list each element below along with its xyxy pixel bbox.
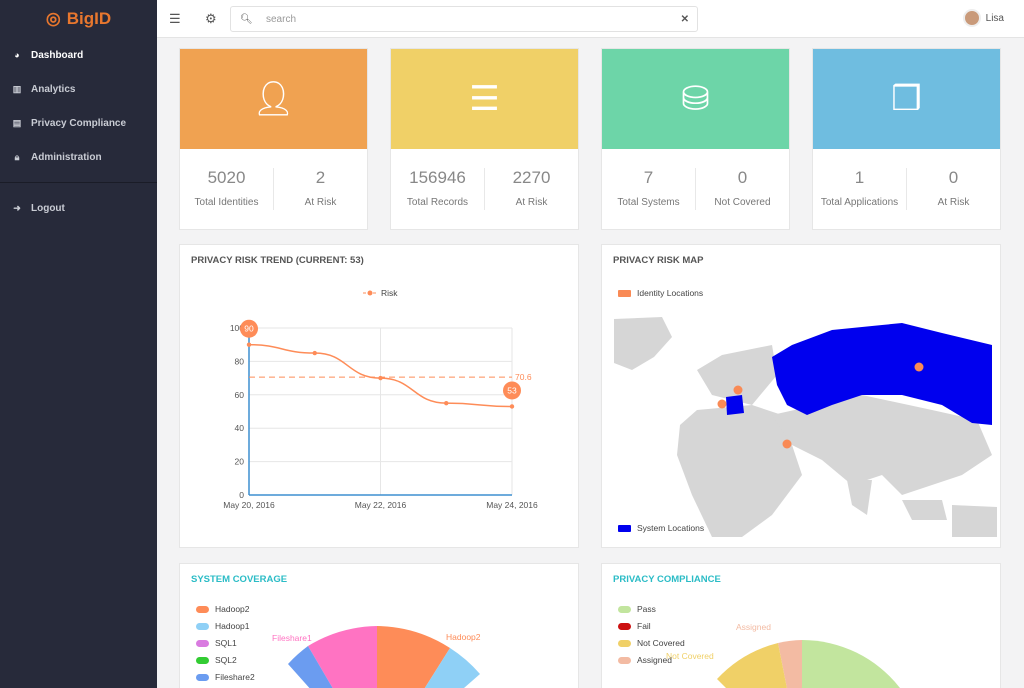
- x-tick-label: May 22, 2016: [355, 500, 407, 510]
- privacy-risk-map-panel: PRIVACY RISK MAP Identity Locations Syst…: [601, 244, 1001, 548]
- marker-label: 53: [507, 385, 517, 395]
- stat-card[interactable]: ❒ 1 Total Applications 0 At Risk: [812, 48, 1001, 230]
- identity-location-marker: [782, 439, 792, 449]
- legend-swatch: [196, 673, 209, 681]
- x-tick-label: May 24, 2016: [486, 500, 538, 510]
- legend-swatch: [618, 656, 631, 664]
- world-map[interactable]: [602, 245, 1000, 547]
- legend-item[interactable]: Fileshare2: [196, 672, 255, 682]
- legend-swatch: [196, 656, 209, 664]
- stat-card[interactable]: 👤︎ 5020 Total Identities 2 At Risk: [179, 48, 368, 230]
- stat: 156946 Total Records: [406, 168, 469, 208]
- divider: [0, 182, 157, 183]
- list-icon: ☰: [469, 80, 500, 118]
- user-icon: 👤︎: [251, 80, 296, 118]
- identity-location-marker: [733, 385, 743, 395]
- data-point: [509, 404, 515, 409]
- legend-swatch: [618, 639, 631, 647]
- clear-search-icon[interactable]: ✕: [681, 14, 689, 25]
- privacy-risk-trend-panel: PRIVACY RISK TREND (CURRENT: 53) 0 20 40 60…: [179, 244, 579, 548]
- system-coverage-panel: SYSTEM COVERAGE Fileshare1 Hadoop2 Hadoo…: [179, 563, 579, 688]
- legend-swatch: [196, 639, 209, 647]
- data-point: [444, 400, 449, 406]
- stat: 0 At Risk: [906, 168, 1000, 210]
- sidebar-item-privacy-compliance[interactable]: ▤ Privacy Compliance: [0, 106, 157, 140]
- sidebar: ◎ BigID ◕ Dashboard ▥ Analytics ▤ Privacy Co…: [0, 0, 157, 688]
- sidebar-item-logout[interactable]: ➜ Logout: [0, 191, 157, 225]
- data-point: [246, 342, 252, 347]
- risk-trend-chart: 020406080100May 20, 2016 May 22, 2016 May …: [223, 288, 538, 510]
- logo[interactable]: ◎ BigID: [0, 0, 157, 38]
- menu-icon[interactable]: ☰: [169, 11, 181, 27]
- sidebar-item-analytics[interactable]: ▥ Analytics: [0, 72, 157, 106]
- legend-system-locations[interactable]: System Locations: [618, 523, 704, 533]
- logout-icon: ➜: [13, 202, 21, 213]
- lock-icon: 🔒︎: [14, 151, 20, 162]
- database-icon: ⛁: [681, 80, 710, 118]
- stat: 7 Total Systems: [617, 168, 680, 208]
- slice-label: Not Covered: [666, 651, 714, 661]
- slice-label: Fileshare1: [272, 633, 312, 643]
- marker-label: 90: [244, 324, 254, 334]
- stat: 1 Total Applications: [820, 168, 899, 208]
- legend-swatch: [196, 622, 209, 630]
- user-menu[interactable]: Lisa: [962, 9, 1004, 27]
- legend-label: Risk: [381, 288, 398, 298]
- topbar: ☰ ⚙ 🔍︎ search ✕ Lisa: [157, 0, 1024, 38]
- legend-marker: [367, 290, 373, 296]
- privacy-compliance-pie[interactable]: Assigned Not Covered: [602, 564, 1001, 688]
- identity-location-marker: [914, 362, 924, 372]
- y-tick-label: 20: [235, 457, 245, 467]
- y-tick-label: 0: [239, 490, 244, 500]
- stat: 5020 Total Identities: [194, 168, 259, 208]
- legend-item[interactable]: Hadoop2: [196, 604, 250, 614]
- legend-item[interactable]: Assigned: [618, 655, 672, 665]
- pie-slice-not-covered: [717, 643, 787, 688]
- average-label: 70.6: [515, 372, 532, 382]
- data-point: [378, 375, 383, 381]
- legend-item[interactable]: SQL2: [196, 655, 237, 665]
- data-point: [312, 350, 317, 356]
- stat-card[interactable]: ⛁ 7 Total Systems 0 Not Covered: [601, 48, 790, 230]
- avatar: [962, 9, 981, 27]
- identity-location-marker: [717, 399, 727, 409]
- legend-swatch: [618, 524, 631, 532]
- legend-item[interactable]: Not Covered: [618, 638, 685, 648]
- legend-swatch: [618, 605, 631, 613]
- gear-icon[interactable]: ⚙: [205, 11, 217, 27]
- pie-slice-pass: [802, 640, 900, 688]
- search-input[interactable]: 🔍︎ search ✕: [230, 6, 698, 32]
- cubes-icon: ❒: [891, 80, 922, 118]
- book-icon: ▤: [12, 117, 22, 128]
- fingerprint-icon: ◎: [45, 9, 61, 28]
- y-tick-label: 80: [235, 356, 245, 366]
- dashboard-icon: ◕: [14, 50, 20, 60]
- sidebar-item-dashboard[interactable]: ◕ Dashboard: [0, 38, 157, 72]
- legend-swatch: [618, 622, 631, 630]
- legend-item[interactable]: Pass: [618, 604, 656, 614]
- stat: 0 Not Covered: [695, 168, 789, 210]
- legend-swatch: [196, 605, 209, 613]
- search-icon: 🔍︎: [240, 14, 253, 25]
- legend-item[interactable]: Fail: [618, 621, 651, 631]
- legend-item[interactable]: Hadoop1: [196, 621, 250, 631]
- sidebar-item-administration[interactable]: 🔒︎ Administration: [0, 140, 157, 174]
- stat-card[interactable]: ☰ 156946 Total Records 2270 At Risk: [390, 48, 579, 230]
- privacy-compliance-panel: PRIVACY COMPLIANCE Assigned Not Covered …: [601, 563, 1001, 688]
- slice-label: Hadoop2: [446, 632, 481, 642]
- bar-chart-icon: ▥: [12, 83, 22, 94]
- legend-item[interactable]: SQL1: [196, 638, 237, 648]
- x-tick-label: May 20, 2016: [223, 500, 275, 510]
- y-tick-label: 60: [235, 390, 245, 400]
- stat: 2 At Risk: [273, 168, 367, 210]
- slice-label: Assigned: [736, 622, 771, 632]
- y-tick-label: 40: [235, 423, 245, 433]
- stat: 2270 At Risk: [484, 168, 578, 210]
